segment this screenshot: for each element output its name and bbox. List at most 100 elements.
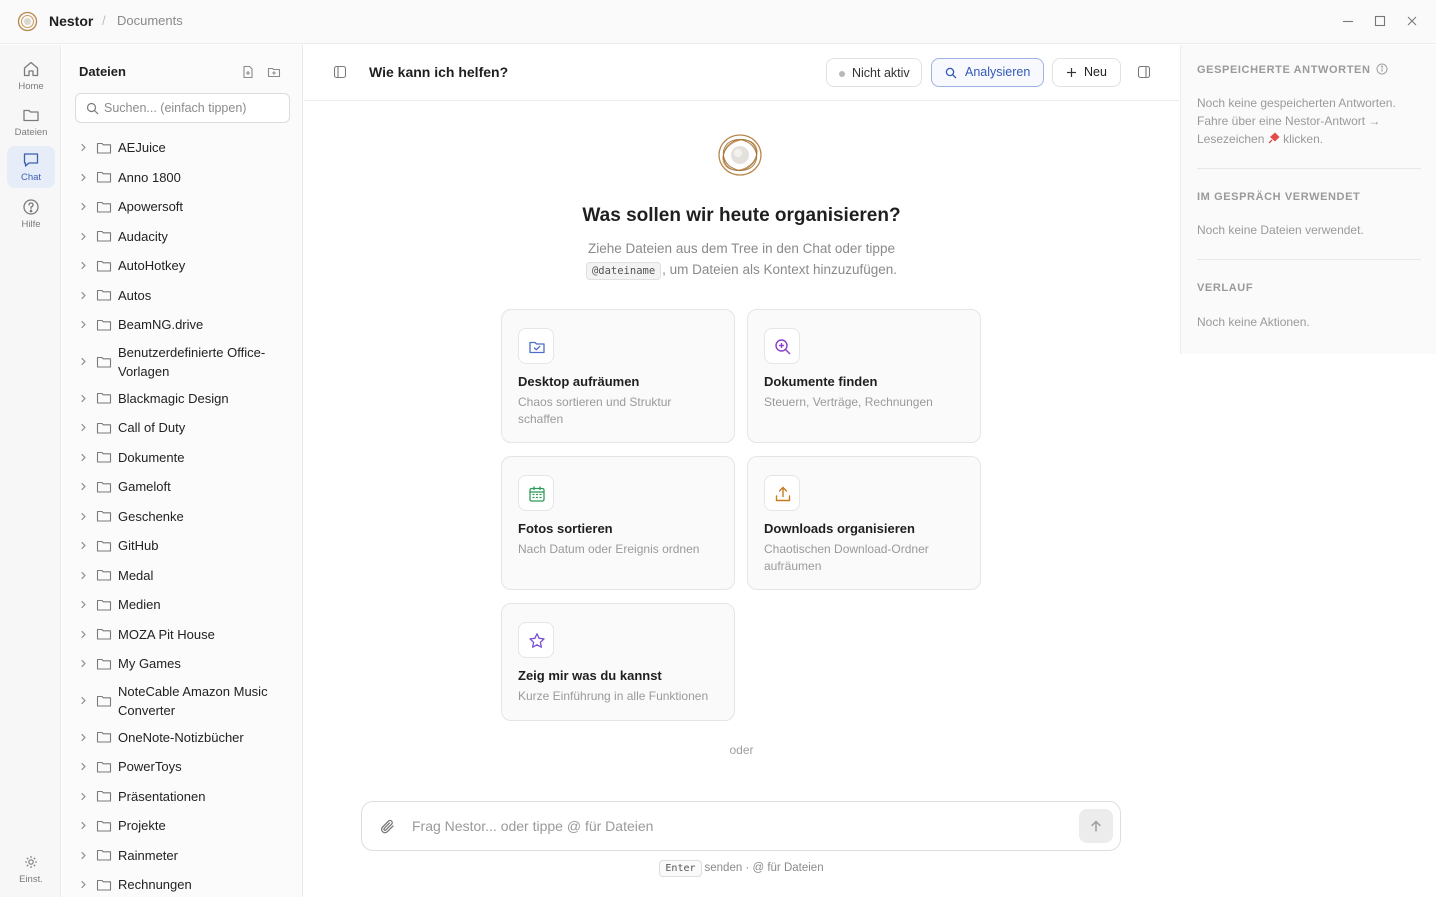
title-bar: Nestor / Documents (0, 0, 1436, 44)
tree-row[interactable]: PowerToys (62, 752, 302, 782)
tree-row[interactable]: NoteCable Amazon Music Converter (62, 679, 302, 723)
folder-icon (96, 509, 112, 523)
chevron-right-icon[interactable] (79, 394, 88, 403)
tree-row[interactable]: BeamNG.drive (62, 310, 302, 340)
chevron-right-icon[interactable] (79, 232, 88, 241)
maximize-icon[interactable] (1373, 14, 1387, 28)
tree-row[interactable]: Geschenke (62, 502, 302, 532)
chevron-right-icon[interactable] (79, 571, 88, 580)
tree-row[interactable]: Rechnungen (62, 870, 302, 897)
tree-item-name: AEJuice (118, 140, 166, 156)
chevron-right-icon[interactable] (79, 659, 88, 668)
paperclip-icon[interactable] (379, 818, 396, 835)
minimize-icon[interactable] (1341, 14, 1355, 28)
breadcrumb-documents[interactable]: Documents (117, 13, 183, 28)
chevron-right-icon[interactable] (79, 851, 88, 860)
chevron-right-icon[interactable] (79, 423, 88, 432)
folder-icon (96, 141, 112, 155)
tree-row[interactable]: OneNote-Notizbücher (62, 723, 302, 753)
saved-answers-title: GESPEICHERTE ANTWORTEN (1197, 64, 1371, 76)
chevron-right-icon[interactable] (79, 541, 88, 550)
analyze-button[interactable]: Analysieren (931, 58, 1044, 87)
card-show-features[interactable]: Zeig mir was du kannst Kurze Einführung … (501, 603, 735, 721)
folder-icon (96, 259, 112, 273)
tree-row[interactable]: AutoHotkey (62, 251, 302, 281)
tree-row[interactable]: Anno 1800 (62, 163, 302, 193)
tree-row[interactable]: GitHub (62, 531, 302, 561)
rail-item-help[interactable]: Hilfe (7, 193, 55, 235)
chat-message-input[interactable] (412, 802, 1062, 850)
file-tree-title: Dateien (79, 64, 126, 79)
chevron-right-icon[interactable] (79, 600, 88, 609)
tree-row[interactable]: Blackmagic Design (62, 384, 302, 414)
tree-row[interactable]: My Games (62, 649, 302, 679)
card-description: Chaos sortieren und Struktur schaffen (518, 395, 672, 426)
folder-icon (96, 480, 112, 494)
tree-row[interactable]: AEJuice (62, 133, 302, 163)
chevron-right-icon[interactable] (79, 696, 88, 705)
chevron-right-icon[interactable] (79, 880, 88, 889)
chevron-right-icon[interactable] (79, 630, 88, 639)
folder-check-icon (518, 328, 554, 364)
analyze-label: Analysieren (965, 65, 1031, 79)
tree-row[interactable]: MOZA Pit House (62, 620, 302, 650)
settings-gear-icon (24, 855, 38, 869)
tree-row[interactable]: Gameloft (62, 472, 302, 502)
tree-row[interactable]: Benutzerdefinierte Office-Vorlagen (62, 340, 302, 384)
chevron-right-icon[interactable] (79, 173, 88, 182)
chevron-right-icon[interactable] (79, 733, 88, 742)
new-file-icon[interactable] (241, 65, 255, 79)
close-icon[interactable] (1405, 14, 1419, 28)
chevron-right-icon[interactable] (79, 357, 88, 366)
tree-row[interactable]: Projekte (62, 811, 302, 841)
folder-icon (96, 421, 112, 435)
chevron-right-icon[interactable] (79, 762, 88, 771)
card-find-documents[interactable]: Dokumente finden Steuern, Verträge, Rech… (747, 309, 981, 443)
tree-item-name: Rechnungen (118, 877, 192, 893)
chevron-right-icon[interactable] (79, 482, 88, 491)
arrow-up-icon (1091, 820, 1101, 832)
new-folder-icon[interactable] (267, 65, 281, 79)
chevron-right-icon[interactable] (79, 512, 88, 521)
file-search-field[interactable] (75, 93, 290, 123)
card-sort-photos[interactable]: Fotos sortieren Nach Datum oder Ereignis… (501, 456, 735, 590)
tree-row[interactable]: Apowersoft (62, 192, 302, 222)
chevron-right-icon[interactable] (79, 291, 88, 300)
card-desktop-cleanup[interactable]: Desktop aufräumen Chaos sortieren und St… (501, 309, 735, 443)
chat-header: Wie kann ich helfen? Nicht aktiv Analysi… (304, 45, 1179, 101)
chevron-right-icon[interactable] (79, 261, 88, 270)
tree-row[interactable]: Medal (62, 561, 302, 591)
file-search-input[interactable] (104, 94, 284, 122)
send-button[interactable] (1079, 809, 1113, 843)
tree-row[interactable]: Dokumente (62, 443, 302, 473)
chevron-right-icon[interactable] (79, 453, 88, 462)
rail-item-home[interactable]: Home (7, 55, 55, 97)
chevron-right-icon[interactable] (79, 143, 88, 152)
chevron-right-icon[interactable] (79, 821, 88, 830)
tree-row[interactable]: Audacity (62, 222, 302, 252)
toggle-right-panel-icon[interactable] (1137, 65, 1151, 79)
tree-item-name: AutoHotkey (118, 258, 186, 274)
status-badge[interactable]: Nicht aktiv (826, 58, 922, 87)
rail-item-settings[interactable]: Einst. (7, 853, 55, 889)
chevron-right-icon[interactable] (79, 320, 88, 329)
chevron-right-icon[interactable] (79, 792, 88, 801)
card-organize-downloads[interactable]: Downloads organisieren Chaotischen Downl… (747, 456, 981, 590)
rail-item-files[interactable]: Dateien (7, 101, 55, 143)
chevron-right-icon[interactable] (79, 202, 88, 211)
tree-row[interactable]: Präsentationen (62, 782, 302, 812)
rail-item-chat[interactable]: Chat (7, 146, 55, 188)
tree-row[interactable]: Rainmeter (62, 841, 302, 871)
tree-row[interactable]: Medien (62, 590, 302, 620)
folder-icon (96, 539, 112, 553)
nestor-logo-icon (716, 132, 764, 178)
folder-icon (22, 106, 40, 124)
search-plus-icon (764, 328, 800, 364)
info-icon[interactable] (1376, 63, 1388, 75)
tree-row[interactable]: Call of Duty (62, 413, 302, 443)
toggle-left-sidebar-icon[interactable] (333, 65, 347, 79)
tree-item-name: Geschenke (118, 508, 184, 524)
new-chat-button[interactable]: Neu (1052, 58, 1121, 87)
tree-row[interactable]: Autos (62, 281, 302, 311)
status-text: Nicht aktiv (852, 66, 910, 80)
